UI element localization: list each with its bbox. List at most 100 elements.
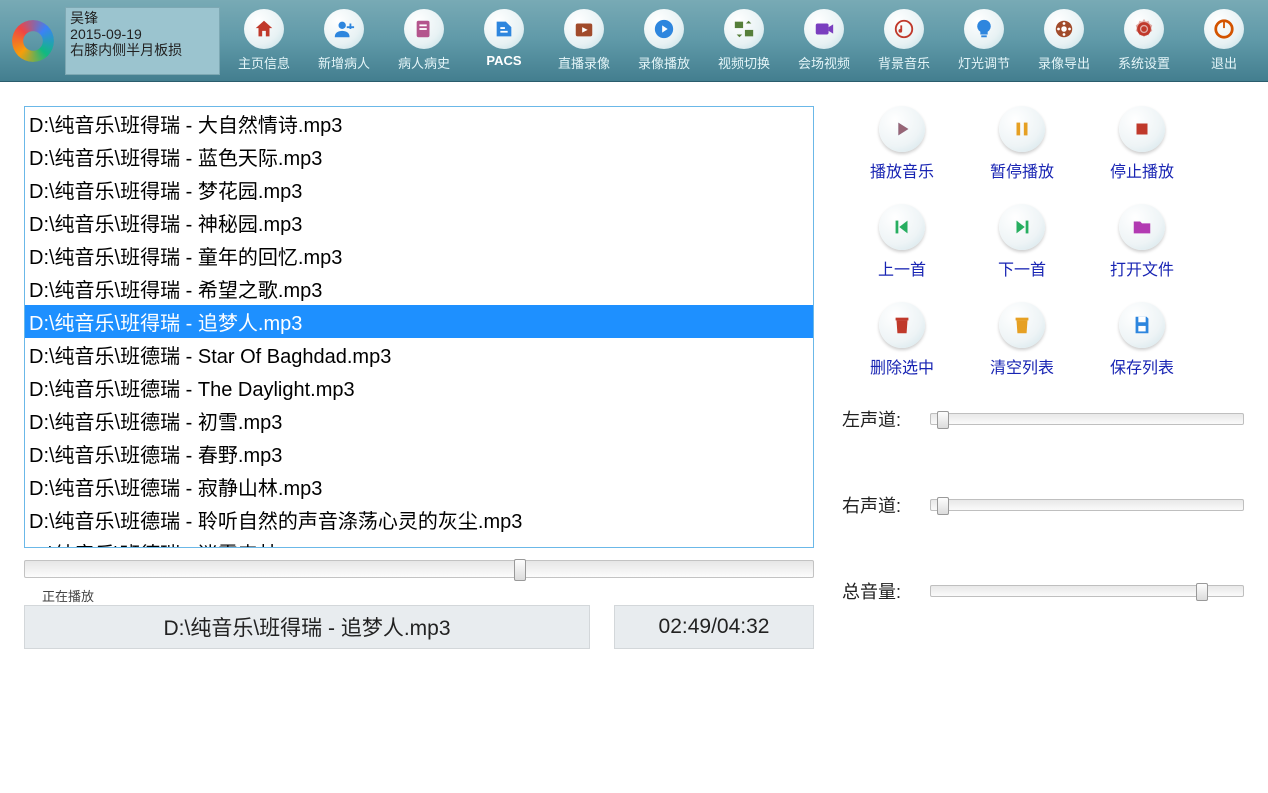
home-icon (244, 9, 284, 49)
playlist-item[interactable]: D:\纯音乐\班德瑞 - 春野.mp3 (25, 437, 813, 470)
delete-icon (879, 302, 925, 348)
master-volume-label: 总音量: (842, 578, 916, 604)
playlist-item[interactable]: D:\纯音乐\班德瑞 - 寂静山林.mp3 (25, 470, 813, 503)
controls-grid: 播放音乐 暂停播放 停止播放上一首 下一首 打开文件删除选中 清空列表 保存列表 (842, 106, 1244, 396)
toolbar-item-home[interactable]: 主页信息 (228, 9, 300, 72)
playlist-item[interactable]: D:\纯音乐\班德瑞 - The Daylight.mp3 (25, 371, 813, 404)
toolbar-item-label: 主页信息 (238, 53, 290, 72)
live-icon (564, 9, 604, 49)
now-playing-name: D:\纯音乐\班得瑞 - 追梦人.mp3 (24, 605, 590, 649)
export-icon (1044, 9, 1084, 49)
slider-thumb[interactable] (937, 411, 949, 429)
playlist-item[interactable]: D:\纯音乐\班得瑞 - 希望之歌.mp3 (25, 272, 813, 305)
open-icon (1119, 204, 1165, 250)
ctrl-label: 清空列表 (990, 354, 1054, 378)
toolbar-item-settings[interactable]: 系统设置 (1108, 9, 1180, 72)
toolbar-item-label: PACS (486, 53, 521, 68)
logo-icon (12, 20, 54, 62)
exit-icon (1204, 9, 1244, 49)
now-playing-label: 正在播放 (42, 586, 814, 605)
add-icon (324, 9, 364, 49)
now-playing-time: 02:49/04:32 (614, 605, 814, 649)
progress-thumb[interactable] (514, 559, 526, 581)
clear-button[interactable]: 清空列表 (962, 302, 1082, 396)
ctrl-label: 暂停播放 (990, 158, 1054, 182)
toolbar-item-label: 录像播放 (638, 53, 690, 72)
playlist-item[interactable]: D:\纯音乐\班得瑞 - 蓝色天际.mp3 (25, 140, 813, 173)
toolbar-item-add[interactable]: 新增病人 (308, 9, 380, 72)
left-channel-slider[interactable] (930, 413, 1244, 425)
toolbar-item-exit[interactable]: 退出 (1188, 9, 1260, 72)
toolbar-item-label: 系统设置 (1118, 53, 1170, 72)
left-channel-label: 左声道: (842, 406, 916, 432)
playlist[interactable]: D:\纯音乐\班得瑞 - 大自然情诗.mp3D:\纯音乐\班得瑞 - 蓝色天际.… (24, 106, 814, 548)
next-icon (999, 204, 1045, 250)
playlist-item[interactable]: D:\纯音乐\班得瑞 - 童年的回忆.mp3 (25, 239, 813, 272)
ctrl-label: 删除选中 (870, 354, 934, 378)
history-icon (404, 9, 444, 49)
open-button[interactable]: 打开文件 (1082, 204, 1202, 298)
light-icon (964, 9, 1004, 49)
toolbar-item-live[interactable]: 直播录像 (548, 9, 620, 72)
progress-slider[interactable] (24, 560, 814, 578)
play-icon (644, 9, 684, 49)
save-button[interactable]: 保存列表 (1082, 302, 1202, 396)
playlist-item[interactable]: D:\纯音乐\班得瑞 - 神秘园.mp3 (25, 206, 813, 239)
toolbar-item-history[interactable]: 病人病史 (388, 9, 460, 72)
play-button[interactable]: 播放音乐 (842, 106, 962, 200)
ctrl-label: 下一首 (998, 256, 1046, 280)
patient-date: 2015-09-19 (70, 26, 215, 42)
ctrl-label: 保存列表 (1110, 354, 1174, 378)
right-channel-label: 右声道: (842, 492, 916, 518)
pacs-icon (484, 9, 524, 49)
music-icon (884, 9, 924, 49)
pause-icon (999, 106, 1045, 152)
toolbar-item-switch[interactable]: 视频切换 (708, 9, 780, 72)
master-volume-slider[interactable] (930, 585, 1244, 597)
patient-info: 吴锋 2015-09-19 右膝内侧半月板损 (65, 7, 220, 75)
logo (0, 0, 65, 82)
playlist-item[interactable]: D:\纯音乐\班得瑞 - 梦花园.mp3 (25, 173, 813, 206)
slider-thumb[interactable] (937, 497, 949, 515)
toolbar-item-label: 病人病史 (398, 53, 450, 72)
prev-button[interactable]: 上一首 (842, 204, 962, 298)
toolbar-item-label: 新增病人 (318, 53, 370, 72)
toolbar: 吴锋 2015-09-19 右膝内侧半月板损 主页信息 新增病人 病人病史 PACS 直… (0, 0, 1268, 82)
save-icon (1119, 302, 1165, 348)
toolbar-item-video[interactable]: 会场视频 (788, 9, 860, 72)
playlist-item[interactable]: D:\纯音乐\班得瑞 - 追梦人.mp3 (25, 305, 813, 338)
playlist-item[interactable]: D:\纯音乐\班德瑞 - Star Of Baghdad.mp3 (25, 338, 813, 371)
playlist-item[interactable]: D:\纯音乐\班德瑞 - 初雪.mp3 (25, 404, 813, 437)
playlist-item[interactable]: D:\纯音乐\班德瑞 - 迷雾森林.mp3 (25, 536, 813, 548)
ctrl-label: 播放音乐 (870, 158, 934, 182)
ctrl-label: 上一首 (878, 256, 926, 280)
next-button[interactable]: 下一首 (962, 204, 1082, 298)
toolbar-item-export[interactable]: 录像导出 (1028, 9, 1100, 72)
switch-icon (724, 9, 764, 49)
toolbar-item-light[interactable]: 灯光调节 (948, 9, 1020, 72)
playlist-item[interactable]: D:\纯音乐\班德瑞 - 聆听自然的声音涤荡心灵的灰尘.mp3 (25, 503, 813, 536)
stop-button[interactable]: 停止播放 (1082, 106, 1202, 200)
settings-icon (1124, 9, 1164, 49)
toolbar-item-pacs[interactable]: PACS (468, 9, 540, 72)
toolbar-item-label: 会场视频 (798, 53, 850, 72)
video-icon (804, 9, 844, 49)
toolbar-item-label: 直播录像 (558, 53, 610, 72)
ctrl-label: 停止播放 (1110, 158, 1174, 182)
toolbar-item-label: 视频切换 (718, 53, 770, 72)
right-channel-slider[interactable] (930, 499, 1244, 511)
toolbar-item-label: 背景音乐 (878, 53, 930, 72)
patient-name: 吴锋 (70, 10, 215, 26)
toolbar-item-music[interactable]: 背景音乐 (868, 9, 940, 72)
play-icon (879, 106, 925, 152)
toolbar-item-label: 灯光调节 (958, 53, 1010, 72)
toolbar-item-label: 退出 (1211, 53, 1237, 72)
stop-icon (1119, 106, 1165, 152)
playlist-item[interactable]: D:\纯音乐\班得瑞 - 大自然情诗.mp3 (25, 107, 813, 140)
pause-button[interactable]: 暂停播放 (962, 106, 1082, 200)
toolbar-item-label: 录像导出 (1038, 53, 1090, 72)
toolbar-item-play[interactable]: 录像播放 (628, 9, 700, 72)
delete-button[interactable]: 删除选中 (842, 302, 962, 396)
prev-icon (879, 204, 925, 250)
slider-thumb[interactable] (1196, 583, 1208, 601)
